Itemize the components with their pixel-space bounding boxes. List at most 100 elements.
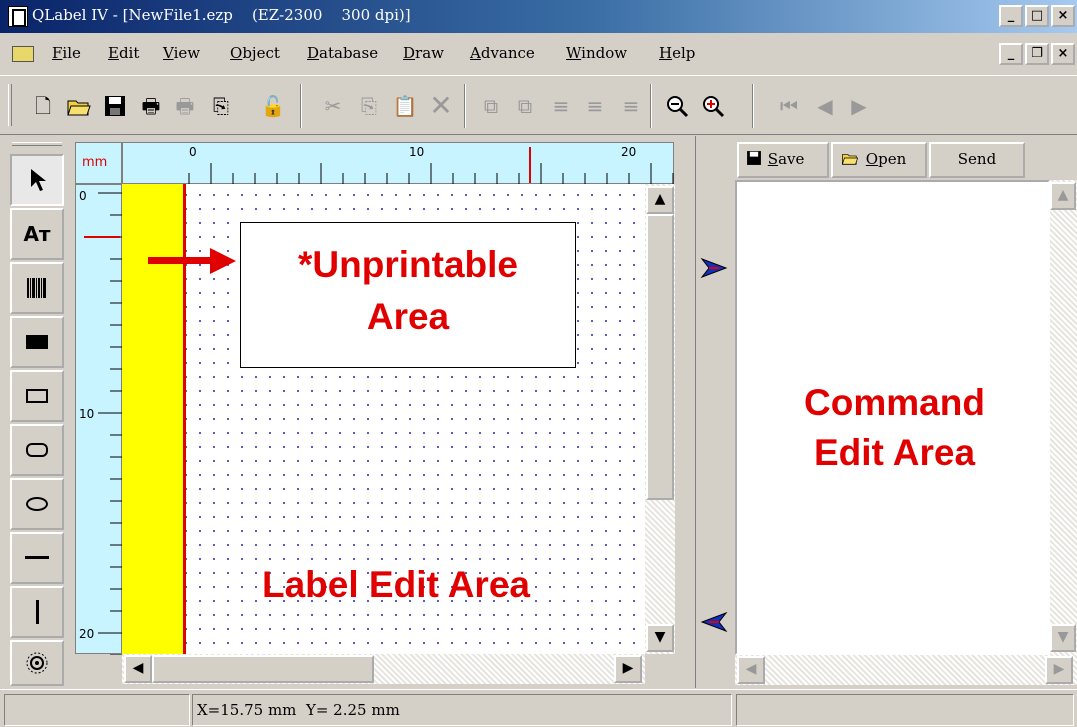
text-tool[interactable]: Aᴛ xyxy=(10,208,64,260)
label-edit-canvas[interactable]: *Unprintable Area Label Edit Area xyxy=(122,184,645,654)
pointer-tool[interactable] xyxy=(10,154,64,206)
first-page-icon[interactable]: ⏮ xyxy=(776,93,802,119)
vertical-ruler: 0 10 20 xyxy=(75,184,123,655)
command-horizontal-scrollbar[interactable]: ◀ ▶ xyxy=(735,655,1077,685)
ruler-unit-label: mm xyxy=(82,155,108,170)
prev-page-icon[interactable]: ◀ xyxy=(812,93,838,119)
command-open-button[interactable]: Open xyxy=(831,142,927,178)
print-preview-icon[interactable]: 🖶 xyxy=(172,93,198,119)
scroll-right-button[interactable]: ▶ xyxy=(614,655,642,683)
command-scroll-down-button[interactable]: ▼ xyxy=(1050,624,1076,652)
menu-file[interactable]: File xyxy=(52,44,81,62)
rect-tool[interactable] xyxy=(10,370,64,422)
align-center-icon[interactable]: ≡ xyxy=(582,93,608,119)
hruler-label-20: 20 xyxy=(621,145,637,159)
open-folder-icon[interactable] xyxy=(66,93,92,119)
sensor-tool[interactable] xyxy=(10,640,64,686)
copy-pages-icon[interactable]: ⎘ xyxy=(208,93,234,119)
vertical-line-tool[interactable] xyxy=(10,586,64,638)
menu-bar: File Edit View Object Database Draw Adva… xyxy=(0,33,1077,75)
main-toolbar: 🗋 🖶 🖶 ⎘ 🔓 ✂ ⎘ 📋 ✕ ⧉ ⧉ ≡ ≡ ≡ ⏮ ◀ ▶ xyxy=(0,75,1077,135)
command-scroll-right-button[interactable]: ▶ xyxy=(1045,656,1073,684)
doc-minimize-button[interactable]: _ xyxy=(999,43,1023,65)
open-folder-icon xyxy=(841,154,859,165)
ruler-cursor-marker-y xyxy=(84,236,120,238)
hruler-label-0: 0 xyxy=(189,145,197,159)
command-send-button[interactable]: Send xyxy=(929,142,1025,178)
ruler-unit-corner[interactable]: mm xyxy=(75,142,122,184)
rounded-rect-tool[interactable] xyxy=(10,424,64,476)
command-vertical-scrollbar[interactable]: ▲ ▼ xyxy=(1050,180,1077,655)
scroll-left-button[interactable]: ◀ xyxy=(124,655,152,683)
horizontal-scroll-thumb[interactable] xyxy=(152,655,374,683)
menu-advance[interactable]: Advance xyxy=(470,44,535,62)
close-button[interactable]: × xyxy=(1051,5,1075,27)
hruler-label-10: 10 xyxy=(409,145,425,159)
callout-line-2: Area xyxy=(366,296,450,337)
menu-window[interactable]: Window xyxy=(566,44,627,62)
menu-edit[interactable]: Edit xyxy=(108,44,139,62)
command-edit-textarea[interactable]: Command Edit Area xyxy=(735,180,1050,655)
command-save-button[interactable]: Save xyxy=(737,142,829,178)
label-vertical-scrollbar[interactable]: ▲ ▼ xyxy=(645,184,675,654)
title-bar: QLabel IV - [NewFile1.ezp (EZ-2300 300 d… xyxy=(0,0,1077,33)
toolbar-grip[interactable] xyxy=(8,84,12,126)
zoom-in-icon[interactable] xyxy=(700,93,726,119)
maximize-button[interactable]: □ xyxy=(1025,5,1049,27)
rounded-rect-icon xyxy=(26,443,48,457)
status-pane-left xyxy=(4,694,190,726)
menu-database[interactable]: Database xyxy=(307,44,378,62)
filled-rect-tool[interactable] xyxy=(10,316,64,368)
panel-splitter[interactable] xyxy=(695,136,731,688)
status-pane-right xyxy=(736,694,1074,726)
toolbar-separator xyxy=(464,84,466,128)
vertical-line-icon xyxy=(35,600,39,624)
menu-view[interactable]: View xyxy=(163,44,200,62)
menu-help[interactable]: Help xyxy=(659,44,695,62)
send-to-label-arrow-icon[interactable] xyxy=(700,610,728,634)
bring-front-icon[interactable]: ⧉ xyxy=(478,93,504,119)
cut-icon[interactable]: ✂ xyxy=(320,93,346,119)
unprintable-area-callout: *Unprintable Area xyxy=(240,222,576,368)
copy-icon[interactable]: ⎘ xyxy=(356,93,382,119)
toolbox-grip[interactable] xyxy=(12,142,62,146)
delete-icon[interactable]: ✕ xyxy=(428,92,454,120)
save-icon xyxy=(747,151,761,165)
scroll-corner xyxy=(645,654,675,684)
menu-draw[interactable]: Draw xyxy=(403,44,444,62)
paste-icon[interactable]: 📋 xyxy=(392,93,418,119)
menu-object[interactable]: Object xyxy=(230,44,280,62)
next-page-icon[interactable]: ▶ xyxy=(846,93,872,119)
vruler-label-0: 0 xyxy=(79,189,87,203)
send-to-command-arrow-icon[interactable] xyxy=(700,256,728,280)
document-menu-icon[interactable] xyxy=(12,46,34,62)
doc-close-button[interactable]: × xyxy=(1051,43,1075,65)
zoom-out-icon[interactable] xyxy=(664,93,690,119)
save-icon[interactable] xyxy=(102,93,128,119)
lock-icon[interactable]: 🔓 xyxy=(260,93,286,119)
command-toolbar: Save Open Send xyxy=(735,140,1077,180)
minimize-button[interactable]: _ xyxy=(999,5,1023,27)
callout-arrow-head xyxy=(210,248,236,274)
print-icon[interactable]: 🖶 xyxy=(138,93,164,119)
app-icon[interactable] xyxy=(8,6,28,27)
align-left-icon[interactable]: ≡ xyxy=(548,93,574,119)
align-right-icon[interactable]: ≡ xyxy=(618,93,644,119)
status-bar: X=15.75 mm Y= 2.25 mm xyxy=(0,689,1077,727)
command-scroll-left-button[interactable]: ◀ xyxy=(737,656,765,684)
send-back-icon[interactable]: ⧉ xyxy=(512,93,538,119)
command-caption-line-1: Command xyxy=(804,382,985,423)
barcode-tool[interactable] xyxy=(10,262,64,314)
vertical-scroll-thumb[interactable] xyxy=(646,214,674,500)
horizontal-line-tool[interactable] xyxy=(10,532,64,584)
label-horizontal-scrollbar[interactable]: ◀ ▶ xyxy=(122,654,645,684)
scroll-down-button[interactable]: ▼ xyxy=(646,624,674,652)
new-file-icon[interactable]: 🗋 xyxy=(30,93,56,119)
scroll-up-button[interactable]: ▲ xyxy=(646,186,674,214)
rect-icon xyxy=(26,389,48,403)
filled-rect-icon xyxy=(26,335,48,349)
doc-restore-button[interactable]: ❐ xyxy=(1025,43,1049,65)
ellipse-tool[interactable] xyxy=(10,478,64,530)
command-scroll-up-button[interactable]: ▲ xyxy=(1050,182,1076,210)
horizontal-line-icon xyxy=(25,556,49,559)
